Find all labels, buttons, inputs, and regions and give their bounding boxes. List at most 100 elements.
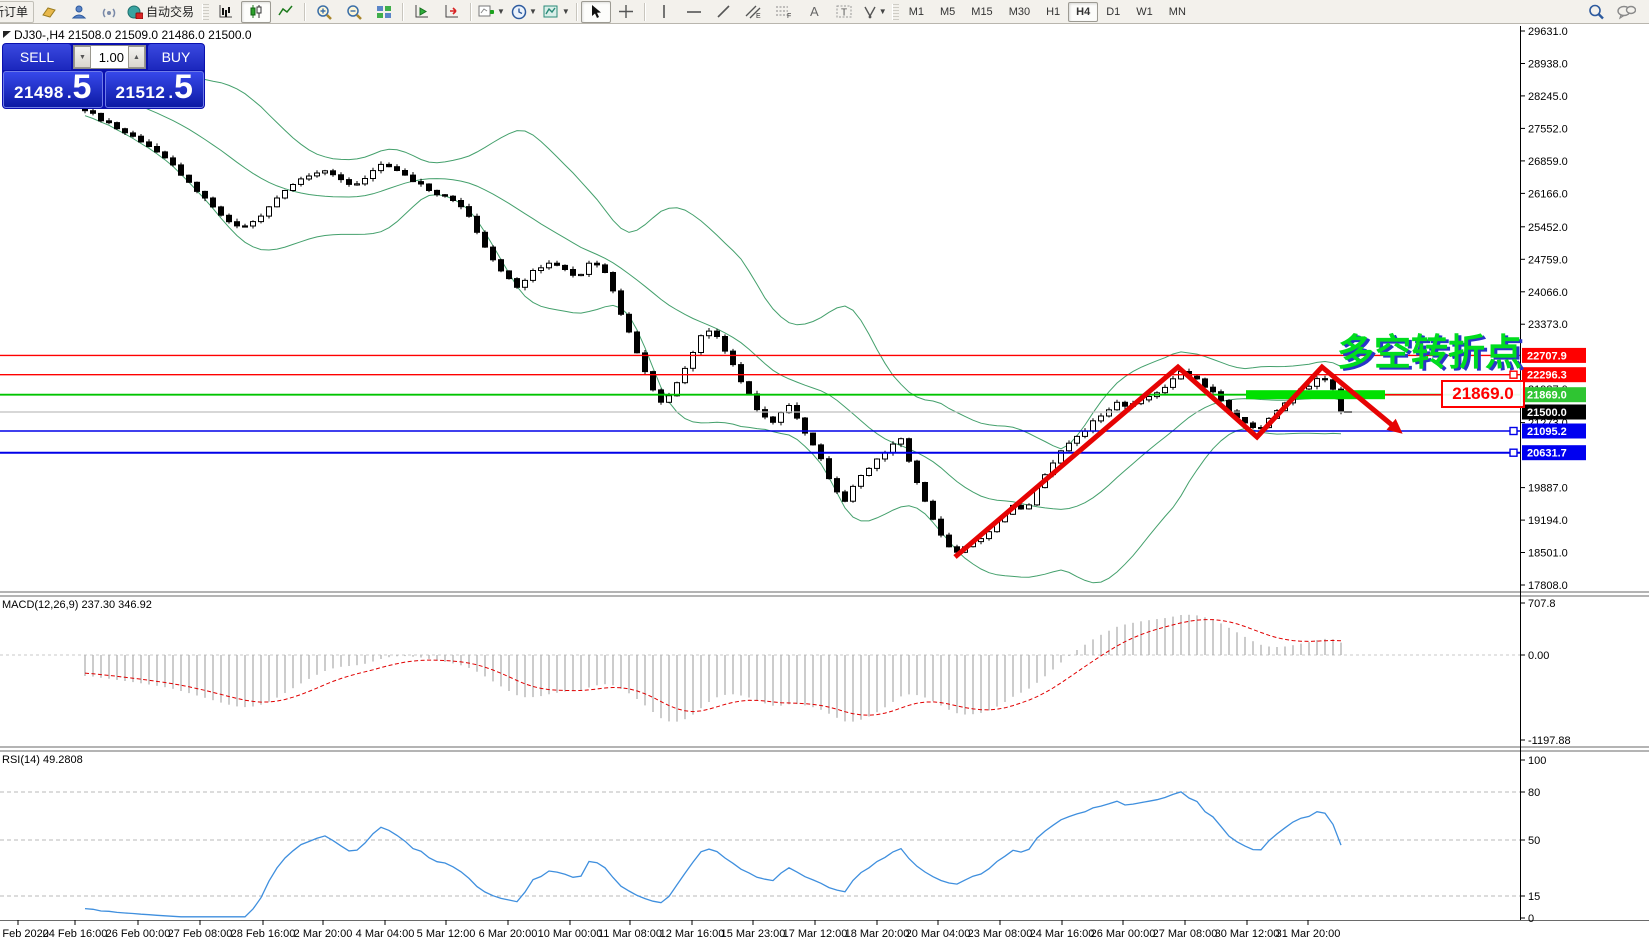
chart-shift-button[interactable] xyxy=(407,1,437,23)
candle-body xyxy=(379,164,384,170)
candle-body xyxy=(187,175,192,182)
arrows-tool[interactable]: ▼ xyxy=(859,1,890,23)
text-label-tool[interactable]: T xyxy=(829,1,859,23)
price-badge-label: 21869.0 xyxy=(1527,390,1567,402)
text-tool[interactable]: A xyxy=(799,1,829,23)
candle-body xyxy=(403,171,408,176)
timeframe-m30[interactable]: M30 xyxy=(1001,2,1038,22)
candle-body xyxy=(683,368,688,382)
candle-body xyxy=(323,171,328,173)
sell-price-frac: 5 xyxy=(73,72,92,102)
candle-body xyxy=(595,263,600,265)
buy-tab[interactable]: BUY xyxy=(148,44,204,70)
sell-price-button[interactable]: 21498 . 5 xyxy=(3,71,103,108)
candle-body xyxy=(939,519,944,535)
new-order-button[interactable]: 新订单 xyxy=(0,1,34,23)
auto-trading-button[interactable]: 自动交易 xyxy=(124,1,200,23)
price-badge-label: 21095.2 xyxy=(1527,426,1567,438)
toolbar-separator xyxy=(470,3,472,21)
timeframe-m5[interactable]: M5 xyxy=(932,2,963,22)
auto-scroll-button[interactable] xyxy=(437,1,467,23)
trendline-tool[interactable] xyxy=(709,1,739,23)
candle-body xyxy=(539,268,544,271)
candle-body xyxy=(507,271,512,279)
level-line-handle[interactable] xyxy=(1510,428,1517,435)
candle-body xyxy=(755,394,760,410)
candle-body xyxy=(619,291,624,314)
candle-body xyxy=(443,195,448,196)
fibonacci-tool[interactable]: F xyxy=(769,1,799,23)
zoom-out-button[interactable] xyxy=(339,1,369,23)
timeframe-d1[interactable]: D1 xyxy=(1098,2,1128,22)
candle-body xyxy=(811,433,816,445)
candle-body xyxy=(115,123,120,129)
volume-value[interactable]: 1.00 xyxy=(91,46,128,68)
chevron-down-icon: ▼ xyxy=(529,7,537,16)
candle-body xyxy=(467,207,472,217)
sell-tab[interactable]: SELL xyxy=(3,44,71,70)
crosshair-tool-button[interactable] xyxy=(611,1,641,23)
volume-stepper: ▼ 1.00 ▲ xyxy=(73,45,146,69)
timeframe-w1[interactable]: W1 xyxy=(1128,2,1161,22)
candle-body xyxy=(307,176,312,179)
timeframe-h4[interactable]: H4 xyxy=(1068,2,1098,22)
timeframe-m15[interactable]: M15 xyxy=(963,2,1000,22)
timeframe-m1[interactable]: M1 xyxy=(901,2,932,22)
level-line-handle[interactable] xyxy=(1510,449,1517,456)
horizontal-line-tool[interactable] xyxy=(679,1,709,23)
candle-body xyxy=(523,280,528,287)
price-tick-label: 26166.0 xyxy=(1528,188,1568,200)
cursor-tool-button[interactable] xyxy=(581,1,611,23)
new-chart-button[interactable]: ▼ xyxy=(475,1,508,23)
candle-body xyxy=(275,198,280,207)
candle-body xyxy=(931,501,936,519)
candle-body xyxy=(299,179,304,185)
bar-chart-mode-button[interactable] xyxy=(211,1,241,23)
time-tick-label: 23 Mar 08:00 xyxy=(968,928,1033,940)
candle-body xyxy=(395,167,400,171)
rsi-tick-label: 80 xyxy=(1528,787,1540,799)
candle-body xyxy=(627,314,632,332)
period-button[interactable]: ▼ xyxy=(508,1,540,23)
candle-body xyxy=(1083,431,1088,436)
buy-price-main: 21512 xyxy=(116,83,166,103)
timeframe-h1[interactable]: H1 xyxy=(1038,2,1068,22)
zoom-in-button[interactable] xyxy=(309,1,339,23)
templates-button[interactable]: ▼ xyxy=(540,1,573,23)
line-chart-mode-button[interactable] xyxy=(271,1,301,23)
signal-icon[interactable] xyxy=(94,1,124,23)
chat-icon[interactable] xyxy=(1611,1,1641,23)
volume-increase-button[interactable]: ▲ xyxy=(128,46,145,68)
order-book-icon[interactable] xyxy=(34,1,64,23)
equidistant-channel-tool[interactable]: E xyxy=(739,1,769,23)
price-tick-label: 19194.0 xyxy=(1528,515,1568,527)
candle-body xyxy=(1091,421,1096,431)
rsi-tick-label: 100 xyxy=(1528,755,1546,767)
candle-body xyxy=(1171,379,1176,388)
candle-body xyxy=(499,260,504,271)
profile-icon[interactable] xyxy=(64,1,94,23)
time-tick-label: 11 Mar 08:00 xyxy=(598,928,662,940)
timeframe-mn[interactable]: MN xyxy=(1161,2,1194,22)
search-icon[interactable] xyxy=(1581,1,1611,23)
candlestick-mode-button[interactable] xyxy=(241,1,271,23)
chart-canvas[interactable]: 29631.028938.028245.027552.026859.026166… xyxy=(0,0,1649,945)
toolbar-right-group xyxy=(1581,1,1641,23)
buy-price-button[interactable]: 21512 . 5 xyxy=(105,71,205,108)
vertical-line-tool[interactable] xyxy=(649,1,679,23)
support-zone-bar[interactable] xyxy=(1246,390,1385,399)
candle-body xyxy=(1123,402,1128,406)
one-click-collapse-arrow[interactable] xyxy=(3,31,11,38)
candle-body xyxy=(171,158,176,165)
time-tick-label: 27 Mar 08:00 xyxy=(1153,928,1218,940)
price-badge-label: 22707.9 xyxy=(1527,350,1567,362)
candle-body xyxy=(371,171,376,179)
volume-decrease-button[interactable]: ▼ xyxy=(74,46,91,68)
price-tick-label: 18501.0 xyxy=(1528,548,1568,560)
tile-windows-button[interactable] xyxy=(369,1,399,23)
candle-body xyxy=(635,332,640,353)
level-price-label[interactable]: 21869.0 xyxy=(1441,380,1525,408)
time-tick-label: 18 Mar 20:00 xyxy=(845,928,910,940)
candle-body xyxy=(843,492,848,501)
candle-body xyxy=(131,133,136,136)
